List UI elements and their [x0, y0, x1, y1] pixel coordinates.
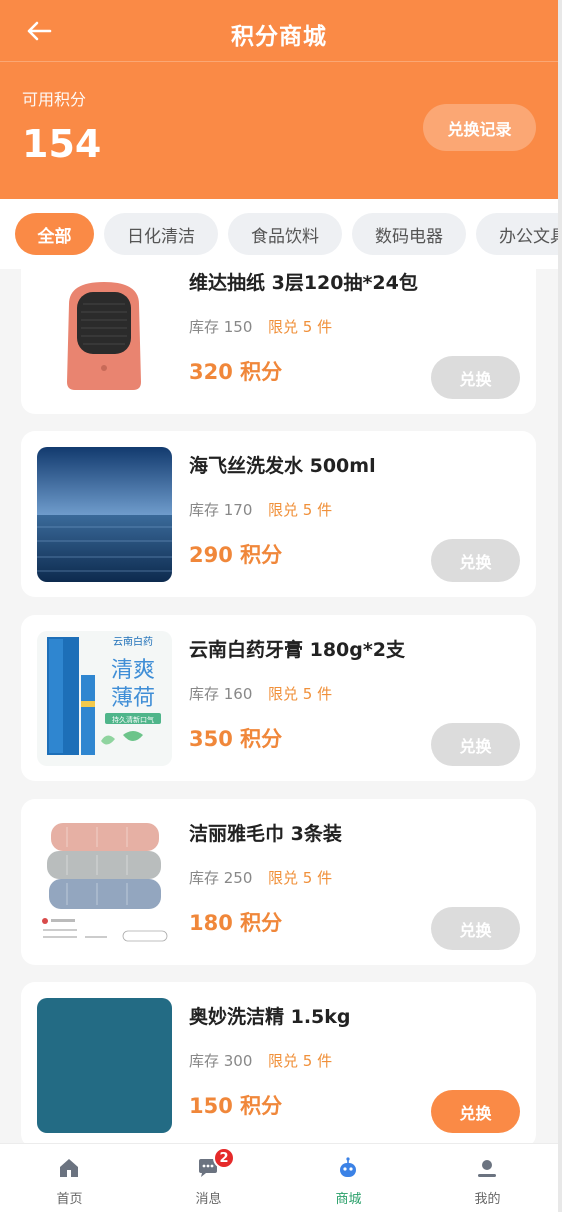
product-stock: 库存 300: [189, 1052, 253, 1070]
product-price: 350 积分: [189, 727, 283, 751]
towels-image: [37, 815, 172, 950]
product-card[interactable]: 维达抽纸 3层120抽*24包 库存 150 限兑 5 件 320 积分 兑换: [21, 269, 536, 414]
page-title: 积分商城: [231, 24, 327, 50]
product-price: 180 积分: [189, 911, 283, 935]
exchange-button[interactable]: 兑换: [431, 1090, 520, 1133]
product-limit: 限兑 5 件: [268, 869, 333, 887]
top-bar: 积分商城: [0, 0, 558, 62]
product-name: 奥妙洗洁精 1.5kg: [189, 1006, 351, 1028]
exchange-button[interactable]: 兑换: [431, 539, 520, 582]
product-list[interactable]: 维达抽纸 3层120抽*24包 库存 150 限兑 5 件 320 积分 兑换: [0, 269, 558, 1143]
points-value: 154: [22, 122, 102, 166]
header: 积分商城 可用积分 154 兑换记录: [0, 0, 558, 199]
nav-label: 我的: [474, 1192, 501, 1207]
teal-image: [37, 998, 172, 1133]
product-card[interactable]: 海飞丝洗发水 500ml 库存 170 限兑 5 件 290 积分 兑换: [21, 431, 536, 597]
exchange-button[interactable]: 兑换: [431, 356, 520, 399]
product-name: 云南白药牙膏 180g*2支: [189, 639, 406, 661]
product-price: 150 积分: [189, 1094, 283, 1118]
toothpaste-image: 云南白药 清爽 薄荷 持久清新口气: [37, 631, 172, 766]
message-badge: 2: [213, 1147, 235, 1169]
category-tabs: 全部 日化清洁 食品饮料 数码电器 办公文具: [0, 199, 558, 269]
toothpaste-line2-text: 薄荷: [111, 686, 155, 711]
product-stock: 库存 250: [189, 869, 253, 887]
product-stock: 库存 170: [189, 501, 253, 519]
product-name: 维达抽纸 3层120抽*24包: [189, 272, 418, 294]
nav-label: 消息: [195, 1192, 222, 1207]
user-icon: [478, 1160, 496, 1177]
nav-home[interactable]: 首页: [0, 1144, 139, 1212]
nav-profile[interactable]: 我的: [418, 1144, 557, 1212]
exchange-button[interactable]: 兑换: [431, 723, 520, 766]
product-price: 320 积分: [189, 360, 283, 384]
product-stock: 库存 150: [189, 318, 253, 336]
points-label: 可用积分: [22, 90, 87, 109]
tab-office-supplies[interactable]: 办公文具: [476, 213, 558, 255]
bottom-navbar: 首页 2 消息 商城 我的: [0, 1143, 558, 1212]
product-limit: 限兑 5 件: [268, 685, 333, 703]
robot-icon: [340, 1157, 356, 1177]
nav-mall[interactable]: 商城: [279, 1144, 418, 1212]
exchange-record-button[interactable]: 兑换记录: [423, 104, 536, 151]
ocean-image: [37, 447, 172, 582]
tab-all[interactable]: 全部: [15, 213, 94, 255]
product-card[interactable]: 奥妙洗洁精 1.5kg 库存 300 限兑 5 件 150 积分 兑换: [21, 982, 536, 1143]
product-card[interactable]: 云南白药 清爽 薄荷 持久清新口气 云南白药牙膏 180g*2支 库存 160 …: [21, 615, 536, 781]
product-limit: 限兑 5 件: [268, 501, 333, 519]
product-limit: 限兑 5 件: [268, 1052, 333, 1070]
tab-food-drinks[interactable]: 食品饮料: [228, 213, 342, 255]
product-name: 洁丽雅毛巾 3条装: [189, 823, 342, 845]
scrollbar-track: [558, 0, 562, 1212]
toothpaste-brand-text: 云南白药: [113, 635, 153, 648]
heater-image: [37, 269, 172, 399]
nav-messages[interactable]: 2 消息: [139, 1144, 278, 1212]
product-limit: 限兑 5 件: [268, 318, 333, 336]
home-icon: [60, 1159, 78, 1177]
product-card[interactable]: 洁丽雅毛巾 3条装 库存 250 限兑 5 件 180 积分 兑换: [21, 799, 536, 965]
product-name: 海飞丝洗发水 500ml: [189, 455, 376, 477]
exchange-button[interactable]: 兑换: [431, 907, 520, 950]
toothpaste-tag-text: 持久清新口气: [112, 715, 154, 724]
nav-label: 首页: [56, 1192, 83, 1207]
product-stock: 库存 160: [189, 685, 253, 703]
toothpaste-line1-text: 清爽: [111, 658, 155, 683]
tab-digital-appliances[interactable]: 数码电器: [352, 213, 466, 255]
product-price: 290 积分: [189, 543, 283, 567]
nav-label: 商城: [335, 1192, 362, 1207]
tab-household-cleaning[interactable]: 日化清洁: [104, 213, 218, 255]
